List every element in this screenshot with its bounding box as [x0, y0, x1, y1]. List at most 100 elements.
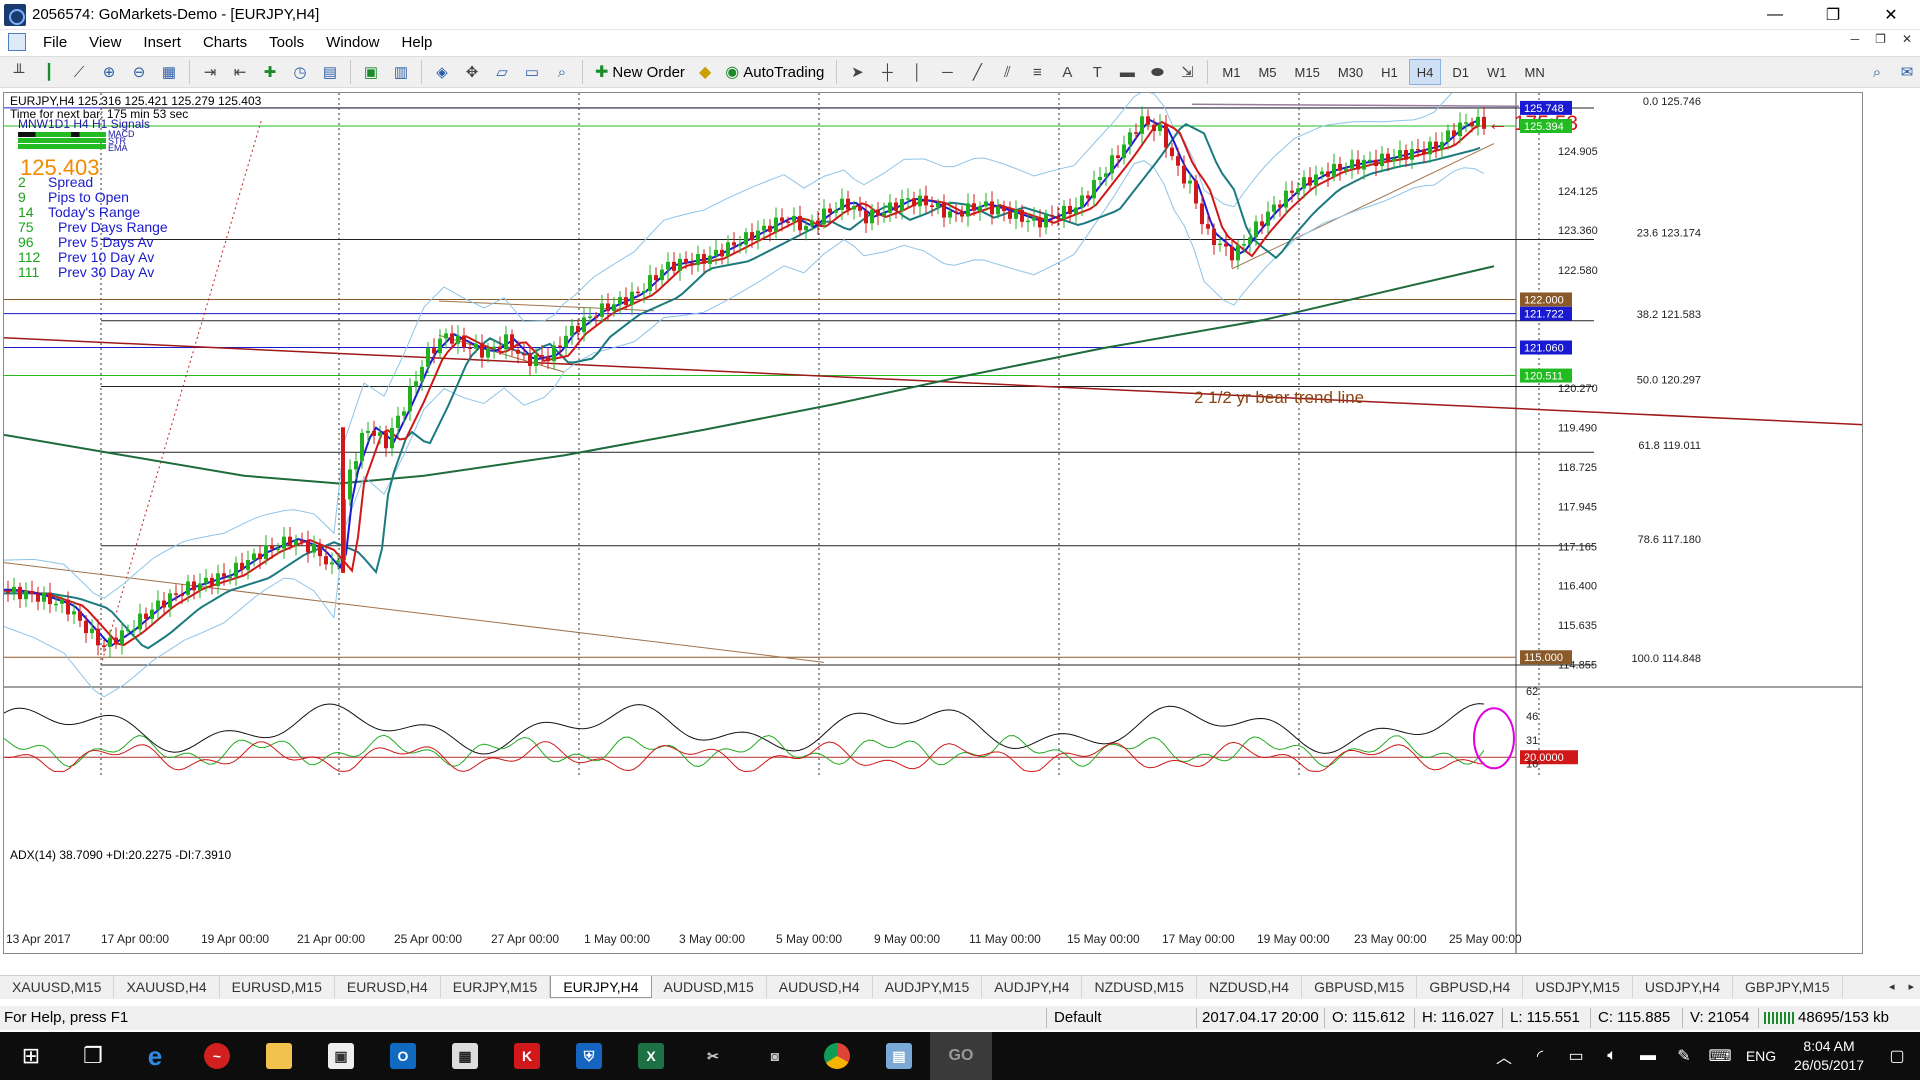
chart-window[interactable]: 0.0 125.746 23.6 123.174 38.2 121.583 50.0 …	[3, 92, 1863, 954]
power-icon[interactable]: ▬	[1630, 1047, 1666, 1065]
tile-windows-icon[interactable]: ▦	[156, 59, 182, 85]
task-view-icon[interactable]: ❐	[62, 1032, 124, 1080]
snipping-tool-icon[interactable]: ✂	[682, 1032, 744, 1080]
vertical-line-icon[interactable]: │	[904, 59, 930, 85]
notifications-icon[interactable]: ▢	[1874, 1046, 1920, 1066]
bar-chart-icon[interactable]: ╨	[6, 59, 32, 85]
mdi-close-icon[interactable]: ✕	[1902, 32, 1912, 46]
gomarkets-taskbar-icon[interactable]: GO	[930, 1032, 992, 1080]
close-button[interactable]: ✕	[1862, 0, 1920, 30]
battery-icon[interactable]: ▭	[1558, 1046, 1594, 1066]
taskbar-clock[interactable]: 8:04 AM 26/05/2017	[1784, 1037, 1874, 1075]
activity-app-icon[interactable]: ~	[186, 1032, 248, 1080]
periods-icon[interactable]: ◷	[287, 59, 313, 85]
profiles-icon[interactable]: ▥	[388, 59, 414, 85]
chart-tab[interactable]: EURJPY,M15	[441, 976, 551, 998]
chart-tab[interactable]: AUDUSD,H4	[767, 976, 873, 998]
zoom-out-icon[interactable]: ⊖	[126, 59, 152, 85]
volume-icon[interactable]: 🔈︎	[1594, 1047, 1630, 1065]
outlook-icon[interactable]: O	[372, 1032, 434, 1080]
menu-charts[interactable]: Charts	[192, 34, 258, 51]
terminal-icon[interactable]: ▭	[519, 59, 545, 85]
tab-scroll-left-icon[interactable]: ◂	[1889, 980, 1895, 993]
autotrading-button[interactable]: ◉ AutoTrading	[720, 59, 829, 85]
timeframe-h4[interactable]: H4	[1408, 59, 1442, 85]
crosshair-icon[interactable]: ┼	[874, 59, 900, 85]
chart-tab[interactable]: EURJPY,H4	[550, 976, 652, 998]
navigator-icon[interactable]: ✥	[459, 59, 485, 85]
menu-insert[interactable]: Insert	[132, 34, 192, 51]
store-icon[interactable]: ▣	[310, 1032, 372, 1080]
market-watch-icon[interactable]: ◈	[429, 59, 455, 85]
new-order-button[interactable]: ✚ New Order	[590, 59, 690, 85]
chart-tab[interactable]: GBPJPY,M15	[1733, 976, 1843, 998]
chat-icon[interactable]: ✉	[1894, 59, 1920, 85]
timeframe-m15[interactable]: M15	[1288, 59, 1327, 85]
timeframe-m30[interactable]: M30	[1331, 59, 1370, 85]
timeframe-mn[interactable]: MN	[1517, 59, 1551, 85]
fibonacci-fan-icon[interactable]: ⫽	[994, 59, 1020, 85]
chart-tab[interactable]: GBPUSD,M15	[1302, 976, 1418, 998]
chart-tab[interactable]: XAUUSD,H4	[114, 976, 220, 998]
tab-scroll-right-icon[interactable]: ▸	[1908, 980, 1914, 993]
k-app-icon[interactable]: K	[496, 1032, 558, 1080]
strategy-tester-icon[interactable]: ⌕	[549, 59, 575, 85]
horizontal-line-icon[interactable]: ─	[934, 59, 960, 85]
fibonacci-retracement-icon[interactable]: ≡	[1024, 59, 1050, 85]
chart-tab[interactable]: USDJPY,M15	[1523, 976, 1633, 998]
ellipse-icon[interactable]: ⬬	[1144, 59, 1170, 85]
auto-scroll-icon[interactable]: ⇥	[197, 59, 223, 85]
templates-icon[interactable]: ▤	[317, 59, 343, 85]
network-app-icon[interactable]: ▤	[868, 1032, 930, 1080]
indicators-icon[interactable]: ✚	[257, 59, 283, 85]
chart-tab[interactable]: USDJPY,H4	[1633, 976, 1734, 998]
cursor-icon[interactable]: ➤	[844, 59, 870, 85]
price-chart[interactable]: 0.0 125.746 23.6 123.174 38.2 121.583 50.0 …	[4, 93, 1862, 953]
menu-help[interactable]: Help	[391, 34, 444, 51]
tray-chevron-icon[interactable]: ︿	[1486, 1044, 1522, 1068]
chart-tab[interactable]: EURUSD,H4	[335, 976, 441, 998]
search-icon[interactable]: ⌕	[1864, 59, 1890, 85]
chart-tab[interactable]: NZDUSD,M15	[1082, 976, 1197, 998]
timeframe-h1[interactable]: H1	[1374, 59, 1405, 85]
timeframe-m1[interactable]: M1	[1215, 59, 1247, 85]
chart-shift-icon[interactable]: ⇤	[227, 59, 253, 85]
folder-icon[interactable]: ▱	[489, 59, 515, 85]
start-windows-icon[interactable]: ⊞	[0, 1032, 62, 1080]
mdi-restore-icon[interactable]: ❐	[1875, 32, 1886, 46]
chart-tab[interactable]: EURUSD,M15	[220, 976, 335, 998]
wifi-icon[interactable]: ◜	[1522, 1046, 1558, 1066]
excel-icon[interactable]: X	[620, 1032, 682, 1080]
chart-tab[interactable]: AUDUSD,M15	[652, 976, 767, 998]
edge-browser-icon[interactable]: e	[124, 1032, 186, 1080]
menu-window[interactable]: Window	[315, 34, 390, 51]
text-label-icon[interactable]: T	[1084, 59, 1110, 85]
pen-icon[interactable]: ✎	[1666, 1046, 1702, 1066]
chart-tab[interactable]: AUDJPY,M15	[873, 976, 983, 998]
chart-tab[interactable]: GBPUSD,H4	[1417, 976, 1524, 998]
chart-tab[interactable]: NZDUSD,H4	[1197, 976, 1303, 998]
language-indicator[interactable]: ENG	[1738, 1048, 1784, 1064]
chrome-icon[interactable]	[806, 1032, 868, 1080]
new-chart-icon[interactable]: ▣	[358, 59, 384, 85]
chart-tab[interactable]: AUDJPY,H4	[982, 976, 1083, 998]
line-chart-icon[interactable]: ⟋	[66, 59, 92, 85]
menu-view[interactable]: View	[78, 34, 132, 51]
mdi-minimize-icon[interactable]: ─	[1851, 32, 1860, 46]
defender-icon[interactable]: ⛨	[558, 1032, 620, 1080]
camera-icon[interactable]: ◙	[744, 1032, 806, 1080]
rectangle-icon[interactable]: ▬	[1114, 59, 1140, 85]
minimize-button[interactable]: —	[1746, 0, 1804, 30]
restore-button[interactable]: ❐	[1804, 0, 1862, 30]
candlestick-icon[interactable]: ┃	[36, 59, 62, 85]
chart-tab[interactable]: XAUUSD,M15	[0, 976, 115, 998]
timeframe-d1[interactable]: D1	[1445, 59, 1476, 85]
file-explorer-icon[interactable]	[248, 1032, 310, 1080]
zoom-in-icon[interactable]: ⊕	[96, 59, 122, 85]
arrows-icon[interactable]: ⇲	[1174, 59, 1200, 85]
trend-line-icon[interactable]: ╱	[964, 59, 990, 85]
text-icon[interactable]: A	[1054, 59, 1080, 85]
meta-editor-button[interactable]: ◆	[694, 59, 716, 85]
calculator-icon[interactable]: ▦	[434, 1032, 496, 1080]
keyboard-icon[interactable]: ⌨	[1702, 1046, 1738, 1066]
